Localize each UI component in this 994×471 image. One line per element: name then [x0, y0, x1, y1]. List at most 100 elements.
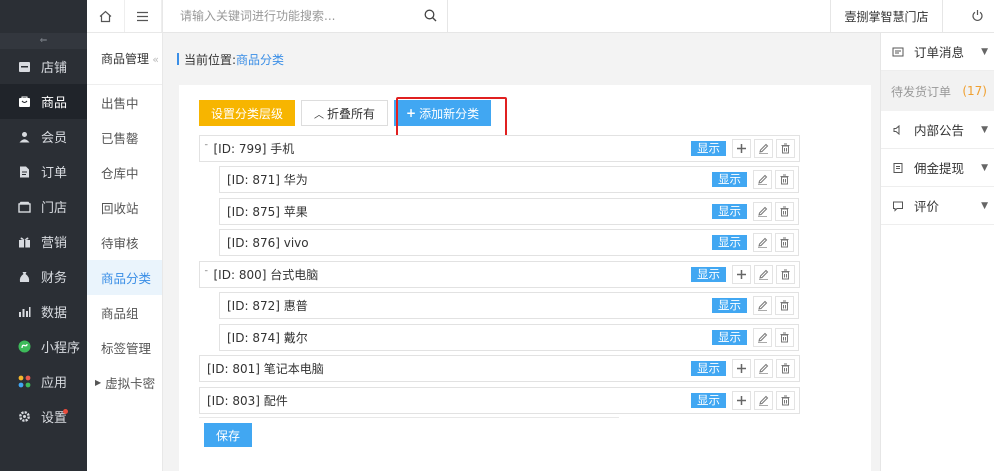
- top-left-icons: [87, 0, 162, 33]
- power-icon[interactable]: [971, 9, 984, 25]
- fold-all-button[interactable]: ︿ 折叠所有: [301, 100, 389, 126]
- edit-icon[interactable]: [754, 359, 773, 378]
- reviews-label: 评价: [914, 199, 940, 214]
- store-icon: [17, 60, 31, 74]
- subnav-item-2[interactable]: 仓库中: [87, 155, 162, 190]
- trash-icon[interactable]: [775, 202, 794, 221]
- sidebar-item-label: 商品: [41, 96, 68, 111]
- pending-orders[interactable]: 待发货订单 (17): [881, 71, 994, 111]
- collapse-icon[interactable]: «: [152, 53, 159, 66]
- sidebar-item-8[interactable]: 小程序: [0, 329, 87, 364]
- save-button[interactable]: 保存: [204, 423, 253, 447]
- notification-dot: [63, 409, 68, 414]
- category-row[interactable]: [ID: 803] 配件 显示: [199, 387, 800, 414]
- category-label: [ID: 800] 台式电脑: [213, 268, 319, 282]
- edit-icon[interactable]: [754, 265, 773, 284]
- trash-icon[interactable]: [775, 296, 794, 315]
- menu-icon[interactable]: [125, 0, 162, 32]
- pending-orders-label: 待发货订单: [891, 84, 952, 99]
- category-row[interactable]: [ID: 871] 华为 显示: [219, 166, 799, 193]
- order-messages[interactable]: 订单消息 ▼: [881, 33, 994, 71]
- edit-icon[interactable]: [753, 296, 772, 315]
- sidebar-toggle[interactable]: ⇐: [0, 33, 87, 49]
- subnav-item-6[interactable]: 商品组: [87, 295, 162, 330]
- edit-icon[interactable]: [754, 391, 773, 410]
- show-tag[interactable]: 显示: [691, 361, 726, 376]
- search-box: [163, 0, 448, 33]
- search-icon[interactable]: [424, 9, 437, 25]
- sidebar-item-10[interactable]: 设置: [0, 399, 87, 434]
- sidebar-item-4[interactable]: 门店: [0, 189, 87, 224]
- edit-icon[interactable]: [753, 202, 772, 221]
- show-tag[interactable]: 显示: [691, 393, 726, 408]
- sidebar-item-0[interactable]: 店铺: [0, 49, 87, 84]
- show-tag[interactable]: 显示: [691, 267, 726, 282]
- commission-label: 佣金提现: [914, 161, 965, 176]
- sidebar-item-3[interactable]: 订单: [0, 154, 87, 189]
- trash-icon[interactable]: [775, 328, 794, 347]
- sidebar-item-6[interactable]: 财务: [0, 259, 87, 294]
- category-row[interactable]: [ID: 801] 笔记本电脑 显示: [199, 355, 800, 382]
- breadcrumb-current[interactable]: 商品分类: [236, 51, 284, 68]
- add-child-icon[interactable]: [732, 265, 751, 284]
- category-row[interactable]: [ID: 872] 惠普 显示: [219, 292, 799, 319]
- main-sidebar: ⇐ 店铺商品会员 订单 门店 营销 财务 数据 小程序 应用 设置: [0, 0, 87, 471]
- subnav-item-label: 商品组: [101, 306, 139, 321]
- add-child-icon[interactable]: [732, 139, 751, 158]
- right-panel: 订单消息 ▼ 待发货订单 (17) 内部公告 ▼ 佣金提现 ▼ 评价 ▼: [880, 33, 994, 471]
- edit-icon[interactable]: [754, 139, 773, 158]
- category-row[interactable]: ˉ [ID: 799] 手机 显示: [199, 135, 800, 162]
- set-level-button[interactable]: 设置分类层级: [199, 100, 296, 126]
- store-name[interactable]: 壹捌掌智慧门店: [830, 0, 943, 33]
- subnav-item-label: 回收站: [101, 201, 139, 216]
- row-actions: 显示: [712, 170, 794, 189]
- edit-icon[interactable]: [753, 328, 772, 347]
- sidebar-item-5[interactable]: 营销: [0, 224, 87, 259]
- trash-icon[interactable]: [775, 233, 794, 252]
- edit-icon[interactable]: [753, 233, 772, 252]
- brand-area: [0, 0, 87, 33]
- trash-icon[interactable]: [776, 391, 795, 410]
- reviews[interactable]: 评价 ▼: [881, 187, 994, 225]
- add-child-icon[interactable]: [732, 391, 751, 410]
- subnav-item-7[interactable]: 标签管理: [87, 330, 162, 365]
- subnav-item-1[interactable]: 已售罄: [87, 120, 162, 155]
- internal-notice-label: 内部公告: [914, 123, 965, 138]
- show-tag[interactable]: 显示: [712, 330, 747, 345]
- order-icon: [17, 165, 31, 179]
- category-label: [ID: 871] 华为: [227, 173, 308, 187]
- chevron-down-icon: ▼: [981, 162, 988, 173]
- order-messages-label: 订单消息: [914, 45, 965, 60]
- show-tag[interactable]: 显示: [691, 141, 726, 156]
- show-tag[interactable]: 显示: [712, 298, 747, 313]
- search-input[interactable]: [180, 9, 420, 23]
- sidebar-item-label: 店铺: [41, 61, 68, 76]
- sidebar-item-1[interactable]: 商品: [0, 84, 87, 119]
- trash-icon[interactable]: [776, 265, 795, 284]
- category-row[interactable]: [ID: 874] 戴尔 显示: [219, 324, 799, 351]
- trash-icon[interactable]: [776, 139, 795, 158]
- commission-withdraw[interactable]: 佣金提现 ▼: [881, 149, 994, 187]
- category-row[interactable]: [ID: 876] vivo 显示: [219, 229, 799, 256]
- subnav-item-0[interactable]: 出售中: [87, 85, 162, 120]
- sidebar-item-9[interactable]: 应用: [0, 364, 87, 399]
- subnav-item-3[interactable]: 回收站: [87, 190, 162, 225]
- internal-notice[interactable]: 内部公告 ▼: [881, 111, 994, 149]
- show-tag[interactable]: 显示: [712, 235, 747, 250]
- trash-icon[interactable]: [775, 170, 794, 189]
- add-child-icon[interactable]: [732, 359, 751, 378]
- subnav-item-5[interactable]: 商品分类: [87, 260, 162, 295]
- category-row[interactable]: [ID: 875] 苹果 显示: [219, 198, 799, 225]
- subnav-item-8[interactable]: ▶ 虚拟卡密: [87, 365, 162, 400]
- sidebar-item-2[interactable]: 会员: [0, 119, 87, 154]
- subnav-item-4[interactable]: 待审核: [87, 225, 162, 260]
- home-icon[interactable]: [87, 0, 125, 32]
- category-row[interactable]: ˉ [ID: 800] 台式电脑 显示: [199, 261, 800, 288]
- show-tag[interactable]: 显示: [712, 172, 747, 187]
- category-label: [ID: 875] 苹果: [227, 205, 308, 219]
- trash-icon[interactable]: [776, 359, 795, 378]
- show-tag[interactable]: 显示: [712, 204, 747, 219]
- row-actions: 显示: [712, 202, 794, 221]
- sidebar-item-7[interactable]: 数据: [0, 294, 87, 329]
- edit-icon[interactable]: [753, 170, 772, 189]
